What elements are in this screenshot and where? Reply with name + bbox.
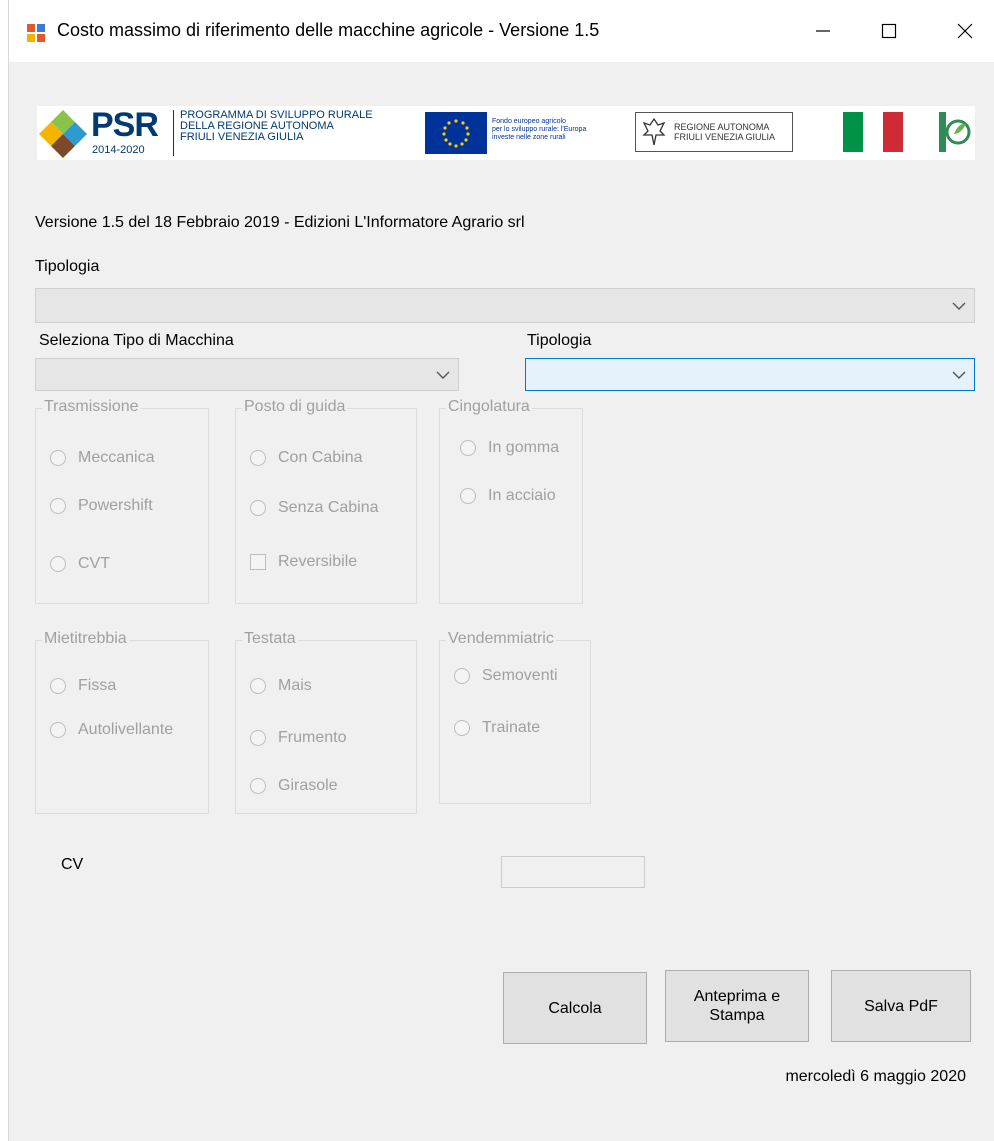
- tipologia-combobox[interactable]: [35, 288, 975, 323]
- calcola-button-label: Calcola: [548, 999, 602, 1017]
- radio-label: Mais: [278, 677, 312, 694]
- psr-years: 2014-2020: [92, 144, 145, 156]
- testata-group: Testata Mais Frumento Girasole: [235, 630, 417, 814]
- radio-label: Senza Cabina: [278, 499, 379, 516]
- calcola-button[interactable]: Calcola: [503, 972, 647, 1044]
- radio-circle: [50, 450, 66, 466]
- application-window: Costo massimo di riferimento delle macch…: [8, 0, 994, 1141]
- posto-guida-group-title: Posto di guida: [242, 398, 348, 416]
- checkbox-box: [250, 554, 266, 570]
- radio-label: Fissa: [78, 677, 117, 694]
- radio-label: In gomma: [488, 439, 560, 456]
- radio-label: Con Cabina: [278, 449, 363, 466]
- salva-pdf-button-label: Salva PdF: [864, 997, 938, 1015]
- app-icon: [27, 24, 45, 42]
- window-title: Costo massimo di riferimento delle macch…: [57, 20, 600, 40]
- minimize-icon: [816, 30, 830, 32]
- trasmissione-group: Trasmissione Meccanica Powershift CVT: [35, 398, 209, 604]
- cingolatura-group: Cingolatura In gomma In acciaio: [439, 398, 583, 604]
- radio-in-gomma[interactable]: In gomma: [460, 439, 559, 457]
- radio-circle: [250, 450, 266, 466]
- radio-label: In acciaio: [488, 487, 556, 504]
- radio-trainate[interactable]: Trainate: [454, 719, 540, 737]
- radio-circle: [250, 678, 266, 694]
- cv-label: CV: [61, 856, 84, 873]
- radio-circle: [250, 500, 266, 516]
- radio-circle: [50, 678, 66, 694]
- region-logo-text: REGIONE AUTONOMA FRIULI VENEZIA GIULIA: [674, 122, 776, 142]
- trasmissione-group-title: Trasmissione: [42, 398, 141, 416]
- close-button[interactable]: [935, 0, 994, 62]
- mietitrebbia-group-title: Mietitrebbia: [42, 630, 129, 648]
- vendemmiatrice-group-title: Vendemmiatric: [446, 630, 556, 648]
- tipologia-label: Tipologia: [35, 258, 100, 275]
- chevron-down-icon: [436, 371, 450, 379]
- radio-label: Trainate: [482, 719, 541, 736]
- date-label: mercoledì 6 maggio 2020: [785, 1068, 966, 1085]
- radio-girasole[interactable]: Girasole: [250, 777, 338, 795]
- version-label: Versione 1.5 del 18 Febbraio 2019 - Ediz…: [35, 214, 525, 231]
- radio-cvt[interactable]: CVT: [50, 555, 110, 573]
- radio-autolivellante[interactable]: Autolivellante: [50, 721, 173, 739]
- radio-label: Frumento: [278, 729, 347, 746]
- leader-logo-icon: [939, 112, 971, 152]
- radio-circle: [50, 498, 66, 514]
- logo-banner: PSR 2014-2020 PROGRAMMA DI SVILUPPO RURA…: [37, 106, 975, 160]
- psr-logo-text: PSR: [91, 106, 159, 144]
- checkbox-reversibile[interactable]: Reversibile: [250, 553, 357, 571]
- radio-senza-cabina[interactable]: Senza Cabina: [250, 499, 379, 517]
- radio-circle: [460, 440, 476, 456]
- maximize-icon: [881, 23, 897, 39]
- tipologia2-label: Tipologia: [527, 332, 592, 349]
- tipo-macchina-combobox[interactable]: [35, 358, 459, 391]
- eagle-icon: [642, 117, 666, 146]
- radio-circle: [460, 488, 476, 504]
- vendemmiatrice-group: Vendemmiatric Semoventi Trainate: [439, 630, 591, 804]
- radio-label: Autolivellante: [78, 721, 174, 738]
- radio-circle: [50, 722, 66, 738]
- cingolatura-group-title: Cingolatura: [446, 398, 532, 416]
- psr-program-name: PROGRAMMA DI SVILUPPO RURALE DELLA REGIO…: [180, 109, 373, 143]
- radio-in-acciaio[interactable]: In acciaio: [460, 487, 556, 505]
- radio-label: Meccanica: [78, 449, 155, 466]
- checkbox-label: Reversibile: [278, 553, 358, 570]
- chevron-down-icon: [952, 302, 966, 310]
- posto-guida-group: Posto di guida Con Cabina Senza Cabina R…: [235, 398, 417, 604]
- testata-group-title: Testata: [242, 630, 298, 648]
- italy-flag-icon: [843, 112, 903, 152]
- radio-circle: [50, 556, 66, 572]
- mietitrebbia-group: Mietitrebbia Fissa Autolivellante: [35, 630, 209, 814]
- radio-meccanica[interactable]: Meccanica: [50, 449, 154, 467]
- radio-con-cabina[interactable]: Con Cabina: [250, 449, 363, 467]
- radio-circle: [250, 778, 266, 794]
- region-logo: REGIONE AUTONOMA FRIULI VENEZIA GIULIA: [635, 112, 793, 152]
- psr-divider: [173, 110, 174, 156]
- title-bar: Costo massimo di riferimento delle macch…: [9, 0, 994, 62]
- radio-frumento[interactable]: Frumento: [250, 729, 346, 747]
- anteprima-stampa-button-label: Anteprima e Stampa: [693, 988, 781, 1024]
- radio-circle: [250, 730, 266, 746]
- radio-label: Semoventi: [482, 667, 558, 684]
- tipo-macchina-label: Seleziona Tipo di Macchina: [39, 332, 234, 349]
- tipologia2-combobox[interactable]: [525, 358, 975, 391]
- psr-leaf-logo-icon: [39, 110, 87, 158]
- chevron-down-icon: [952, 371, 966, 379]
- cv-input[interactable]: [501, 856, 645, 888]
- radio-label: Girasole: [278, 777, 338, 794]
- radio-label: CVT: [78, 555, 110, 572]
- eu-flag-icon: [425, 112, 487, 154]
- radio-powershift[interactable]: Powershift: [50, 497, 153, 515]
- radio-mais[interactable]: Mais: [250, 677, 312, 695]
- minimize-button[interactable]: [793, 0, 853, 62]
- radio-circle: [454, 668, 470, 684]
- radio-circle: [454, 720, 470, 736]
- eu-fund-text: Fondo europeo agricolo per lo sviluppo r…: [492, 118, 587, 141]
- radio-semoventi[interactable]: Semoventi: [454, 667, 558, 685]
- maximize-button[interactable]: [859, 0, 919, 62]
- anteprima-stampa-button[interactable]: Anteprima e Stampa: [665, 970, 809, 1042]
- salva-pdf-button[interactable]: Salva PdF: [831, 970, 971, 1042]
- radio-label: Powershift: [78, 497, 153, 514]
- close-icon: [957, 23, 973, 39]
- radio-fissa[interactable]: Fissa: [50, 677, 116, 695]
